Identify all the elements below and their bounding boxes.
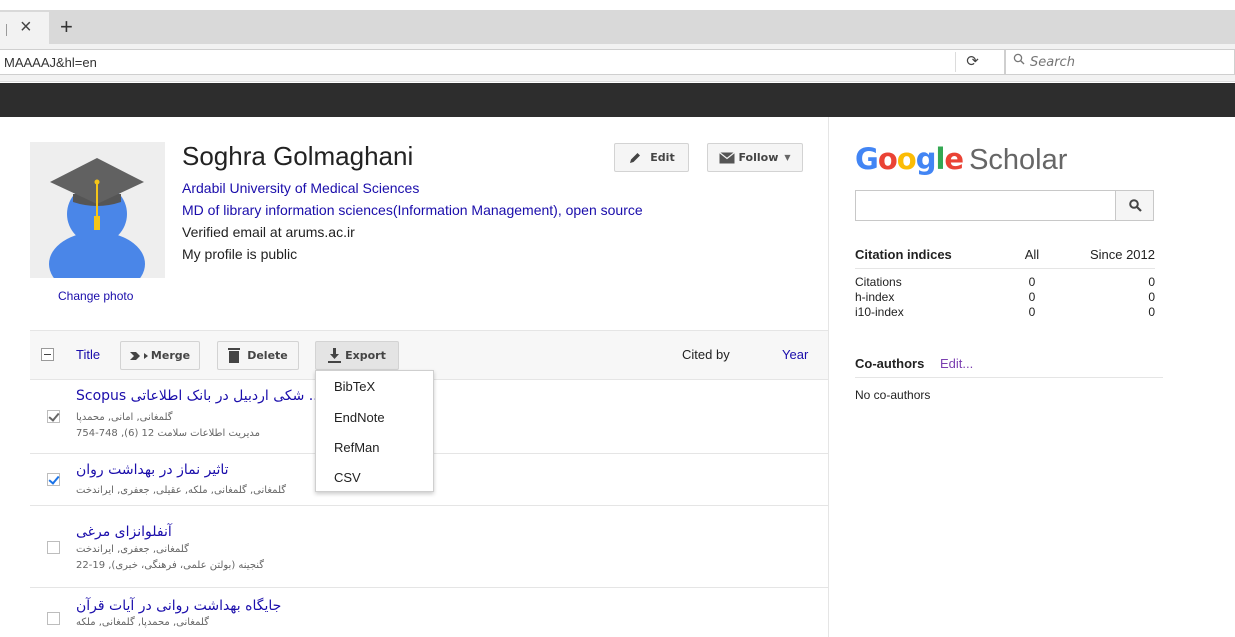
table-row: h-index 0 0 bbox=[855, 289, 1155, 304]
download-icon bbox=[328, 348, 342, 363]
profile-public-status: My profile is public bbox=[182, 246, 298, 262]
graduation-cap-avatar-icon bbox=[49, 158, 145, 278]
follow-button[interactable]: Follow ▼ bbox=[707, 143, 803, 172]
delete-label: Delete bbox=[247, 349, 288, 362]
navigation-bar: MAAAAJ&hl=en ⟳ bbox=[0, 44, 1235, 82]
select-all-checkbox[interactable] bbox=[41, 348, 54, 361]
profile-affiliation[interactable]: Ardabil University of Medical Sciences bbox=[182, 180, 419, 196]
export-label: Export bbox=[345, 349, 386, 362]
tab-separator bbox=[6, 24, 7, 36]
logo-letter: e bbox=[944, 142, 964, 176]
pencil-icon bbox=[630, 152, 641, 163]
close-icon[interactable]: × bbox=[20, 17, 32, 37]
logo-scholar-text: Scholar bbox=[969, 144, 1068, 176]
delete-button[interactable]: Delete bbox=[217, 341, 299, 370]
url-text: MAAAAJ&hl=en bbox=[4, 55, 97, 70]
metric-label: i10-index bbox=[855, 305, 904, 319]
article-checkbox[interactable] bbox=[47, 473, 60, 486]
col-since-header: Since 2012 bbox=[1044, 247, 1155, 269]
table-row: i10-index 0 0 bbox=[855, 304, 1155, 319]
address-bar[interactable]: MAAAAJ&hl=en ⟳ bbox=[0, 49, 1005, 75]
edit-label: Edit bbox=[650, 151, 675, 164]
scholar-search-input[interactable] bbox=[855, 190, 1115, 221]
metric-since: 0 bbox=[1148, 290, 1155, 304]
citation-indices-header: Citation indices bbox=[855, 247, 1020, 269]
merge-label: Merge bbox=[150, 349, 191, 362]
browser-search-input[interactable] bbox=[1030, 51, 1230, 73]
coauthors-header: Co-authors Edit... bbox=[855, 354, 1163, 378]
table-row: آنفلوانزای مرغی گلمغانی, جعفری, ایراندخت… bbox=[30, 506, 828, 588]
metric-all: 0 bbox=[1028, 305, 1036, 319]
chevron-down-icon: ▼ bbox=[784, 153, 791, 162]
title-column-sort[interactable]: Title bbox=[76, 347, 100, 362]
trash-icon bbox=[228, 348, 241, 363]
table-row: جایگاه بهداشت روانی در آیات قرآن گلمغانی… bbox=[30, 588, 828, 637]
reload-icon[interactable]: ⟳ bbox=[955, 52, 989, 72]
search-icon bbox=[1013, 53, 1025, 65]
edit-button[interactable]: Edit bbox=[614, 143, 689, 172]
article-authors: گلمغانی, گلمغانی, ملکه, عقیلی, جعفری, ای… bbox=[76, 485, 287, 496]
article-title-link[interactable]: آنفلوانزای مرغی bbox=[76, 524, 172, 540]
export-endnote[interactable]: EndNote bbox=[334, 410, 385, 425]
metric-all: 0 bbox=[1028, 275, 1036, 289]
coauthors-title: Co-authors bbox=[855, 356, 925, 371]
coauthors-edit-link[interactable]: Edit... bbox=[940, 356, 973, 371]
article-title-link[interactable]: تاثیر نماز در بهداشت روان bbox=[76, 462, 229, 478]
logo-letter: o bbox=[877, 142, 898, 176]
export-bibtex[interactable]: BibTeX bbox=[334, 379, 375, 394]
logo-letter: g bbox=[915, 142, 937, 176]
year-column-sort[interactable]: Year bbox=[782, 347, 808, 362]
citation-indices-table: Citation indices All Since 2012 Citation… bbox=[855, 247, 1155, 319]
article-checkbox[interactable] bbox=[47, 612, 60, 625]
logo-google-text: Google bbox=[855, 142, 964, 176]
tab-strip bbox=[0, 10, 1235, 44]
export-csv[interactable]: CSV bbox=[334, 470, 361, 485]
envelope-icon bbox=[719, 151, 736, 163]
scholar-search-button[interactable] bbox=[1115, 190, 1154, 221]
article-venue: گنجینه (بولتن علمی، فرهنگی، خبری), 19-22 bbox=[76, 560, 265, 571]
no-coauthors-text: No co-authors bbox=[855, 388, 931, 402]
table-row: Citations 0 0 bbox=[855, 269, 1155, 290]
search-icon bbox=[1129, 199, 1142, 212]
article-title-link[interactable]: جایگاه بهداشت روانی در آیات قرآن bbox=[76, 598, 281, 614]
change-photo-link[interactable]: Change photo bbox=[58, 289, 133, 303]
article-authors: گلمغانی, جعفری, ایراندخت bbox=[76, 544, 189, 555]
cited-by-column-sort[interactable]: Cited by bbox=[682, 347, 730, 362]
plus-icon[interactable]: + bbox=[60, 16, 73, 38]
metric-label: h-index bbox=[855, 290, 895, 304]
google-scholar-logo[interactable]: Google Scholar bbox=[855, 141, 1067, 178]
article-venue: مدیریت اطلاعات سلامت 12 (6), 748-754 bbox=[76, 428, 260, 439]
merge-button[interactable]: Merge bbox=[120, 341, 200, 370]
article-checkbox[interactable] bbox=[47, 410, 60, 423]
browser-search-bar[interactable] bbox=[1005, 49, 1235, 75]
avatar[interactable] bbox=[30, 142, 165, 278]
metric-label: Citations bbox=[855, 275, 902, 289]
article-authors: گلمغانی, امانی, محمدپا bbox=[76, 412, 173, 423]
column-divider bbox=[828, 117, 829, 637]
merge-arrow-icon bbox=[129, 351, 148, 360]
export-refman[interactable]: RefMan bbox=[334, 440, 380, 455]
site-header-bar bbox=[0, 83, 1235, 117]
logo-letter: G bbox=[855, 142, 879, 176]
profile-name: Soghra Golmaghani bbox=[182, 141, 414, 171]
article-checkbox[interactable] bbox=[47, 541, 60, 554]
metric-all: 0 bbox=[1028, 290, 1036, 304]
follow-label: Follow bbox=[738, 151, 779, 164]
tab-bar: × + bbox=[0, 0, 1235, 44]
col-all-header: All bbox=[1019, 247, 1045, 269]
export-dropdown-menu: BibTeX EndNote RefMan CSV bbox=[315, 370, 434, 492]
logo-letter: o bbox=[896, 142, 917, 176]
export-button[interactable]: Export bbox=[315, 341, 399, 370]
article-authors: گلمغانی, محمدپا, گلمغانی, ملکه bbox=[76, 617, 209, 628]
profile-interests[interactable]: MD of library information sciences(Infor… bbox=[182, 202, 643, 218]
metric-since: 0 bbox=[1148, 275, 1155, 289]
profile-email: Verified email at arums.ac.ir bbox=[182, 224, 355, 240]
metric-since: 0 bbox=[1148, 305, 1155, 319]
